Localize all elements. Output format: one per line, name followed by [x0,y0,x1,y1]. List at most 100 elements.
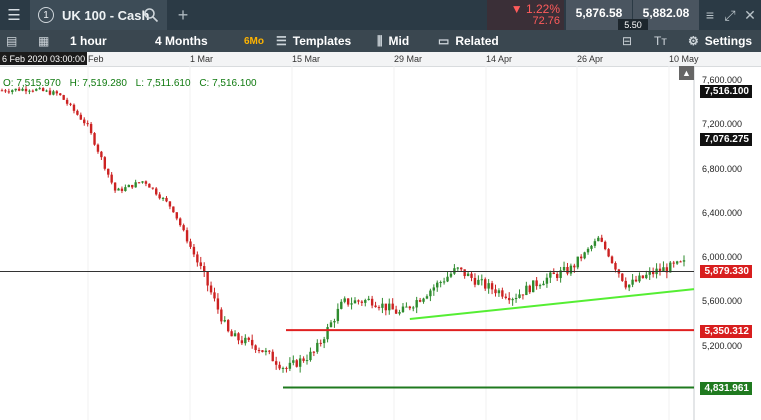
candle-body [624,280,627,288]
interval-dropdown[interactable]: 1 hour [70,30,107,52]
candle-body [586,248,590,253]
candle-body [381,303,384,308]
candle-body [11,90,14,93]
candle-body [141,181,144,183]
text-tool-button[interactable]: Tт [654,30,667,52]
candle-body [360,301,364,303]
candle-body [607,249,610,257]
settings-button[interactable]: ⚙ Settings [688,30,752,52]
candle-body [127,184,131,188]
candle-body [401,306,405,313]
templates-label: Templates [292,34,352,48]
candle-body [7,91,11,93]
candle-body [185,230,189,242]
search-icon[interactable] [143,7,159,23]
candle-body [501,290,504,297]
candles-icon: ⫼ [377,33,383,48]
candle-body [206,272,209,286]
instrument-tab[interactable]: 1 UK 100 - Cash [30,0,167,30]
candle-body [244,337,247,344]
candle-body [532,280,535,293]
candle-body [367,298,370,301]
candle-body [268,350,271,352]
candle-body [432,287,436,291]
candle-body [28,90,31,92]
candle-body [240,340,244,344]
candle-body [487,283,490,289]
candle-body [24,88,28,92]
ohlc-low: L: 7,511.610 [135,78,191,89]
candle-body [405,306,408,308]
candle-body [21,88,24,91]
candle-body [446,276,449,282]
candle-body [79,114,83,120]
layout-icon[interactable]: ▦ [38,30,55,52]
candle-body [388,303,391,311]
candle-body [59,93,62,96]
scroll-up-icon[interactable]: ▲ [679,66,694,80]
candle-body [52,91,55,95]
candle-body [93,133,96,145]
candle-body [110,174,113,183]
crosshair-time-label: 6 Feb 2020 03:00:00 [0,52,88,65]
related-button[interactable]: ▭ Related [438,30,499,52]
candle-body [264,350,268,353]
candle-body [384,303,388,311]
candle-body [603,241,607,250]
y-tick-label: 5,200.000 [702,340,743,351]
candle-body [579,256,583,259]
candle-body [292,360,295,363]
candle-body [634,279,638,282]
range-dropdown[interactable]: 4 Months [155,30,208,52]
price-axis[interactable]: 7,600.000 7,200.000 6,800.000 6,400.000 6,00… [694,66,761,420]
candle-body [302,358,305,361]
candle-body [545,277,549,284]
menu-icon[interactable]: ☰ [0,0,28,30]
draw-tool-icon[interactable]: ⊟ [622,30,638,52]
candle-body [490,283,494,290]
candle-body [484,279,487,289]
change-percent: ▼ 1.22% [510,2,560,16]
add-tab-button[interactable]: + [171,0,195,30]
x-tick-label: 14 Apr [486,54,513,64]
candle-body [69,103,72,105]
candle-body [497,290,501,294]
candle-body [357,300,360,302]
price-chart[interactable] [0,66,761,420]
candle-body [254,345,257,351]
candle-body [528,285,531,293]
y-tick-label: 6,400.000 [702,207,743,218]
close-icon[interactable]: ✕ [740,0,760,30]
candle-body [566,266,569,274]
candle-body [45,90,48,92]
candle-body [449,273,453,277]
candle-body [398,312,401,314]
candle-body [621,273,624,281]
price-type-button[interactable]: ⫼ Mid [377,30,409,52]
range-badge[interactable]: 6Mo [242,33,266,49]
panel-toggle-icon[interactable]: ▤ [6,30,23,52]
candle-body [165,197,168,202]
candle-body [370,298,374,306]
candle-body [346,298,350,305]
candle-body [597,237,600,242]
candle-body [96,144,100,152]
candle-body [237,333,240,341]
templates-button[interactable]: ☰ Templates [276,30,351,52]
details-icon[interactable]: ≡ [700,0,720,30]
candle-body [569,265,573,274]
candle-body [17,88,21,91]
candle-body [113,182,117,191]
candle-body [250,339,254,346]
candle-body [312,351,316,353]
candle-body [473,277,477,285]
candle-body [521,294,525,296]
candle-body [408,306,412,309]
candle-body [148,183,151,188]
expand-icon[interactable]: ⤢ [720,0,740,30]
candle-body [340,301,343,309]
candle-body [562,266,566,271]
candle-body [137,182,141,184]
candle-body [672,262,675,264]
candle-body [463,269,466,277]
